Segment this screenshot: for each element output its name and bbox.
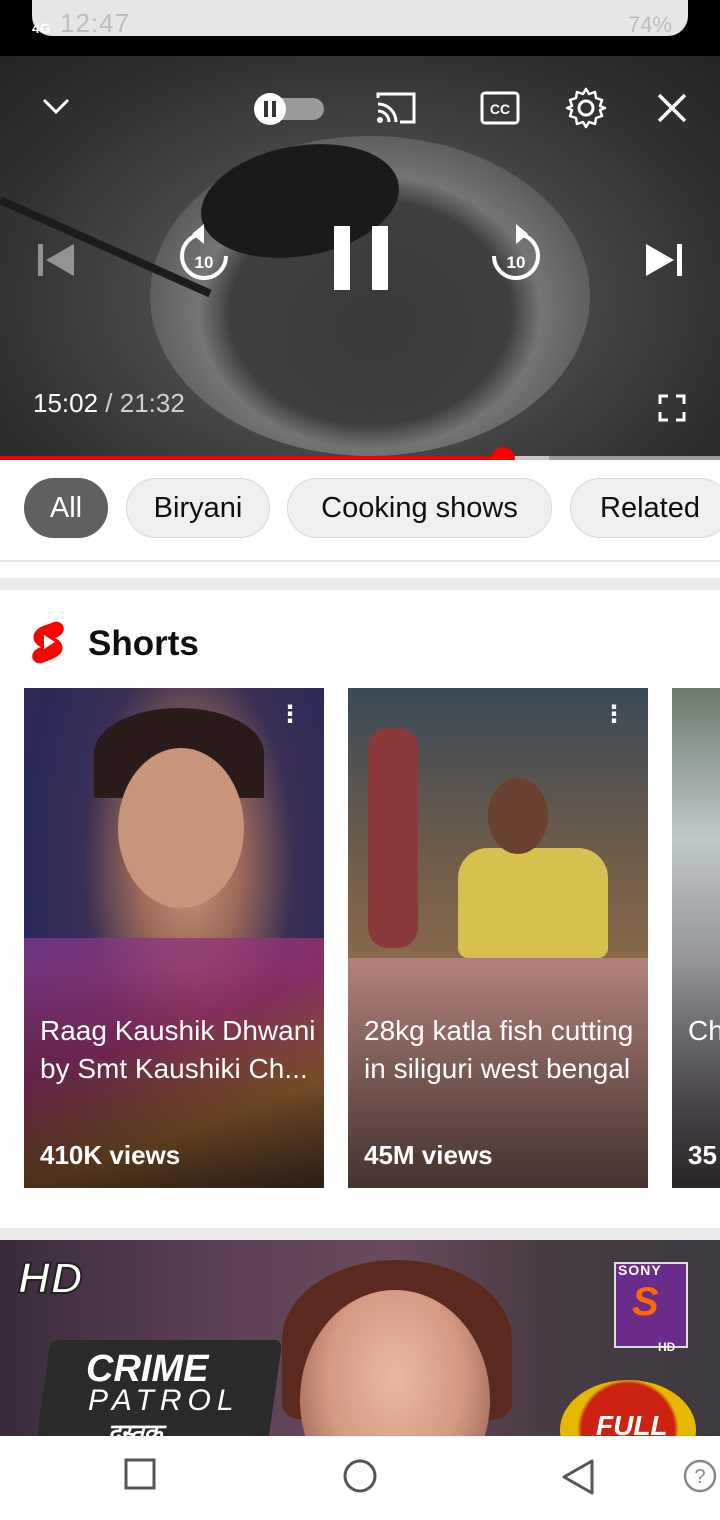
forward-10-icon[interactable]: 10 [488,224,544,291]
back-icon[interactable] [560,1458,596,1501]
cast-icon[interactable] [374,90,418,131]
status-time: 12:47 [60,8,131,38]
cc-icon[interactable]: CC [480,90,520,131]
short-thumbnail-head [488,778,548,854]
seek-bar[interactable] [0,447,720,460]
section-divider [0,578,720,590]
short-card[interactable]: ⋮ 28kg katla fish cutting in siliguri we… [348,688,648,1188]
video-thumbnail[interactable]: HD CRIME PATROL दस्तक SONY S HD FULL [0,1240,720,1440]
played-bar [0,456,503,460]
short-title: 28kg katla fish cutting in siliguri west… [364,1015,634,1084]
chevron-down-icon[interactable] [40,94,72,123]
show-logo-line-2: PATROL [88,1384,240,1417]
skip-previous-icon[interactable] [36,240,76,285]
short-card[interactable]: Ch Mu Pr 35 [672,688,720,1188]
channel-logo-mark: S [632,1280,659,1324]
short-title: Ch Mu Pr [688,1015,720,1046]
short-title: Raag Kaushik Dhwani by Smt Kaushiki Ch..… [40,1015,316,1084]
network-indicator: 4G [32,20,51,36]
short-thumbnail-shirt [458,848,608,958]
shorts-logo-icon [30,620,66,669]
gear-icon[interactable] [564,86,608,135]
chip-all[interactable]: All [24,478,108,538]
playback-time: 15:02 / 21:32 [33,388,185,419]
shorts-section-title: Shorts [88,624,199,663]
svg-text:?: ? [694,1466,705,1488]
more-vert-icon[interactable]: ⋮ [278,703,302,727]
short-thumbnail-meat [368,728,418,948]
short-views: 45M views [364,1140,493,1170]
channel-logo-text: SONY [618,1262,662,1278]
chip-cooking-shows[interactable]: Cooking shows [287,478,552,538]
battery-level: 74% [627,12,672,37]
pause-icon[interactable] [332,224,390,297]
filter-chips: All Biryani Cooking shows Related [0,476,720,544]
chip-related[interactable]: Related [570,478,720,538]
divider [0,560,720,562]
close-icon[interactable] [656,92,688,129]
time-separator: / [98,388,120,418]
video-player[interactable]: CC 10 10 15:02 / 21:32 [0,56,720,460]
short-views: 35 [688,1140,717,1170]
more-vert-icon[interactable]: ⋮ [602,703,626,727]
status-bar: 4G 12:47 74% [0,0,720,56]
status-bar-pill [32,0,688,36]
channel-hd: HD [658,1340,676,1354]
seek-forward-label: 10 [507,253,526,272]
short-views: 410K views [40,1140,181,1170]
current-time: 15:02 [33,388,99,418]
fullscreen-icon[interactable] [658,394,686,427]
recents-icon[interactable] [124,1458,156,1495]
home-icon[interactable] [342,1458,378,1499]
hd-badge: HD [17,1253,84,1304]
svg-text:CC: CC [490,101,510,117]
help-icon[interactable]: ? [682,1458,718,1499]
autoplay-toggle-icon[interactable] [252,92,326,131]
skip-next-icon[interactable] [644,240,684,285]
chip-biryani[interactable]: Biryani [126,478,270,538]
seek-back-label: 10 [195,253,214,272]
replay-10-icon[interactable]: 10 [176,224,232,291]
short-card[interactable]: ⋮ Raag Kaushik Dhwani by Smt Kaushiki Ch… [24,688,324,1188]
section-divider [0,1228,720,1240]
system-nav-bar: ? [0,1436,720,1520]
short-thumbnail-face [118,748,244,908]
video-duration: 21:32 [119,388,185,418]
